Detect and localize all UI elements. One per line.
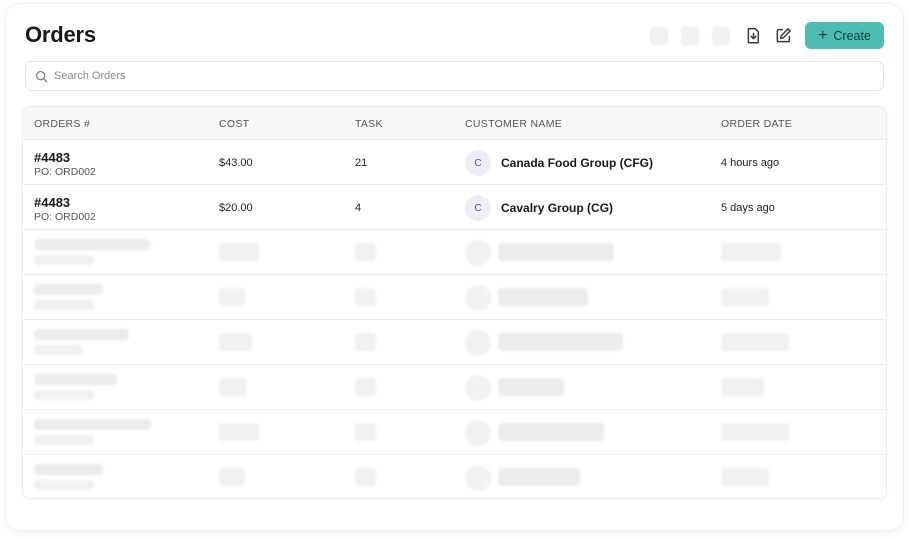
task-count: 21 [355, 157, 368, 169]
search-bar[interactable] [25, 61, 884, 91]
loading-toolbar-button [681, 26, 699, 45]
skeleton-bar [355, 423, 376, 441]
skeleton-bar [219, 423, 259, 441]
skeleton-bar [498, 333, 623, 351]
table-header: ORDERS # COST TASK CUSTOMER NAME ORDER D… [23, 107, 886, 140]
edit-button[interactable] [773, 26, 793, 46]
skeleton-bar [721, 288, 769, 306]
edit-icon [776, 28, 791, 43]
skeleton-bar [498, 378, 564, 396]
skeleton-bar [498, 288, 588, 306]
search-input[interactable] [54, 70, 854, 82]
loading-row [23, 320, 886, 365]
loading-toolbar-button [650, 26, 668, 45]
column-header-orders[interactable]: ORDERS # [34, 118, 90, 130]
table-row[interactable]: #4483 PO: ORD002 $20.00 4 C Cavalry Grou… [23, 185, 886, 230]
customer-avatar: C [465, 195, 491, 221]
skeleton-avatar [465, 240, 491, 266]
column-header-order-date[interactable]: ORDER DATE [721, 118, 792, 130]
table-row[interactable]: #4483 PO: ORD002 $43.00 21 C Canada Food… [23, 140, 886, 185]
po-number: PO: ORD002 [34, 166, 96, 178]
skeleton-bar [34, 345, 83, 355]
column-header-customer-name[interactable]: CUSTOMER NAME [465, 118, 562, 130]
column-header-cost[interactable]: COST [219, 118, 249, 130]
skeleton-bar [34, 329, 129, 340]
skeleton-bar [498, 243, 614, 261]
skeleton-bar [34, 480, 94, 490]
skeleton-bar [34, 464, 103, 475]
skeleton-bar [34, 255, 94, 265]
order-number: #4483 [34, 150, 71, 165]
skeleton-bar [34, 284, 103, 295]
customer-name: Cavalry Group (CG) [501, 201, 614, 215]
skeleton-avatar [465, 330, 491, 356]
skeleton-bar [34, 239, 151, 250]
skeleton-bar [721, 243, 781, 261]
skeleton-bar [34, 300, 94, 310]
skeleton-bar [34, 374, 117, 385]
plus-icon: + [818, 26, 828, 44]
skeleton-bar [355, 243, 376, 261]
skeleton-bar [219, 468, 245, 486]
toolbar: + Create [650, 22, 884, 49]
order-cost: $20.00 [219, 202, 253, 214]
page-title: Orders [25, 22, 96, 47]
task-count: 4 [355, 202, 362, 214]
order-number: #4483 [34, 195, 71, 210]
download-button[interactable] [743, 26, 763, 46]
po-number: PO: ORD002 [34, 211, 96, 223]
skeleton-bar [34, 435, 94, 445]
skeleton-avatar [465, 465, 491, 491]
skeleton-bar [219, 288, 245, 306]
column-header-task[interactable]: TASK [355, 118, 383, 130]
skeleton-avatar [465, 285, 491, 311]
skeleton-bar [355, 468, 376, 486]
skeleton-avatar [465, 375, 491, 401]
download-icon [747, 27, 759, 44]
loading-row [23, 410, 886, 455]
create-button[interactable]: + Create [805, 22, 884, 49]
customer-name: Canada Food Group (CFG) [501, 156, 653, 170]
skeleton-bar [355, 288, 376, 306]
order-cost: $43.00 [219, 157, 253, 169]
search-icon [36, 70, 48, 82]
skeleton-bar [721, 423, 789, 441]
loading-row [23, 365, 886, 410]
skeleton-bar [219, 333, 252, 351]
skeleton-bar [721, 468, 769, 486]
skeleton-bar [721, 333, 789, 351]
skeleton-bar [219, 378, 247, 396]
skeleton-bar [721, 378, 764, 396]
skeleton-bar [498, 468, 580, 486]
order-date: 4 hours ago [721, 157, 780, 169]
skeleton-bar [34, 390, 94, 400]
loading-row [23, 455, 886, 498]
skeleton-bar [355, 378, 376, 396]
loading-row [23, 275, 886, 320]
skeleton-bar [34, 419, 151, 430]
loading-toolbar-button [712, 26, 730, 45]
skeleton-bar [498, 423, 604, 441]
skeleton-bar [355, 333, 376, 351]
order-date: 5 days ago [721, 202, 775, 214]
loading-row [23, 230, 886, 275]
create-button-label: Create [833, 28, 871, 43]
orders-table: ORDERS # COST TASK CUSTOMER NAME ORDER D… [22, 106, 887, 499]
skeleton-bar [219, 243, 259, 261]
customer-avatar: C [465, 150, 491, 176]
skeleton-avatar [465, 420, 491, 446]
